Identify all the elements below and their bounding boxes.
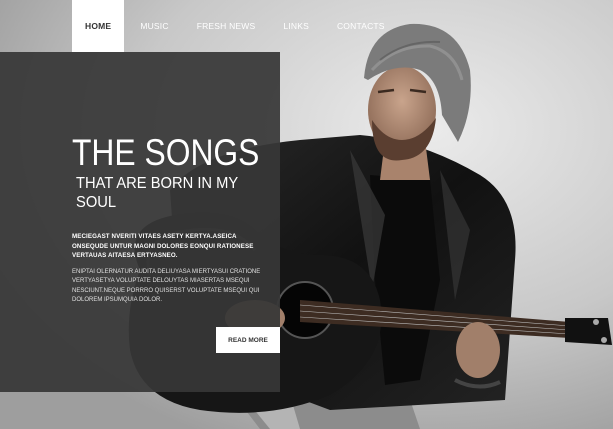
hero-title: THE SONGS: [72, 132, 260, 173]
hero-section: HOME MUSIC FRESH NEWS LINKS CONTACTS THE…: [0, 0, 613, 429]
nav-item-fresh-news[interactable]: FRESH NEWS: [185, 0, 268, 52]
nav-item-music[interactable]: MUSIC: [128, 0, 180, 52]
nav-item-home[interactable]: HOME: [72, 0, 125, 52]
read-more-button[interactable]: READ MORE: [216, 327, 280, 353]
nav-item-contacts[interactable]: CONTACTS: [325, 0, 397, 52]
hero-lead-text: MECIEGAST NVERITI VITAES ASETY KERTYA.AS…: [72, 233, 254, 259]
hero-subtitle: THAT ARE BORN IN MY SOUL: [76, 175, 238, 211]
nav-item-links[interactable]: LINKS: [271, 0, 321, 52]
main-navigation: HOME MUSIC FRESH NEWS LINKS CONTACTS: [72, 0, 397, 52]
hero-body-text: ENIPTAI OLERNATUR AUDITA DELIUYASA MIERT…: [72, 269, 261, 303]
